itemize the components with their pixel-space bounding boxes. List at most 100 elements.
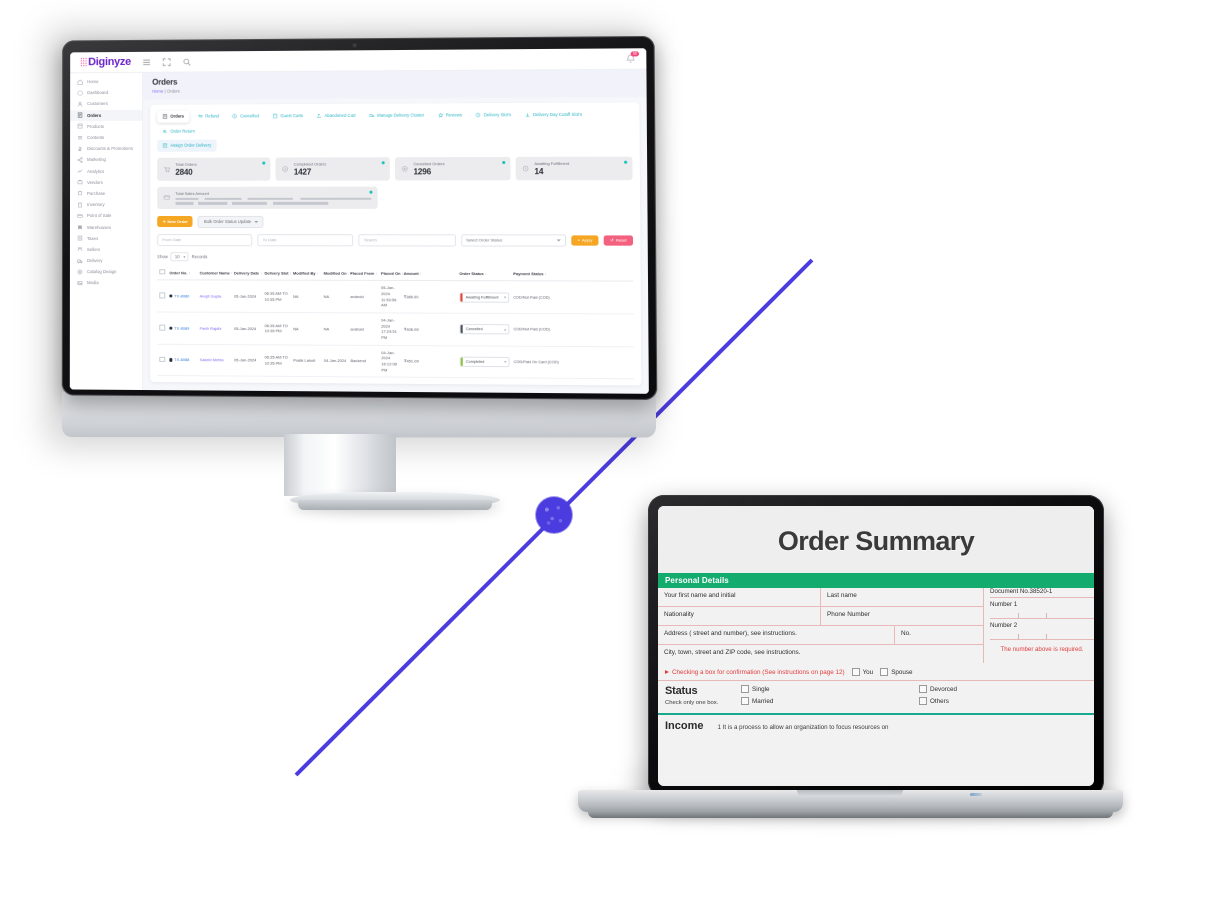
- new-order-button[interactable]: ＋ New Order: [157, 216, 193, 228]
- tab-manage-delivery-cluster[interactable]: Manage Delivery Cluster: [363, 109, 430, 122]
- phone-number-field[interactable]: Phone Number: [820, 607, 983, 625]
- sidebar-item-taxes[interactable]: Taxes: [70, 233, 142, 244]
- tab-delivery-day-cutoff-slots[interactable]: Delivery Day Cutoff Slot's: [519, 108, 588, 121]
- last-name-field[interactable]: Last name: [820, 588, 983, 606]
- cell-order-status[interactable]: Completed: [457, 345, 512, 379]
- sidebar-item-contents[interactable]: Contents: [70, 132, 142, 143]
- checkbox-spouse[interactable]: Spouse: [880, 668, 913, 676]
- breadcrumb-home[interactable]: Home: [152, 89, 163, 94]
- sidebar-item-inventory[interactable]: Inventory: [70, 199, 142, 210]
- order-status-select[interactable]: Select Order Status: [460, 234, 567, 247]
- menu-icon[interactable]: [142, 57, 151, 66]
- col-delivery-date[interactable]: Delivery Date: [231, 265, 263, 281]
- col-modified-on[interactable]: Modified On: [321, 265, 349, 281]
- sidebar-item-discounts[interactable]: Discounts & Promotions: [70, 143, 142, 154]
- sidebar-item-products[interactable]: Products: [70, 121, 142, 132]
- checkbox-married[interactable]: Married: [741, 697, 909, 705]
- row-checkbox-cell[interactable]: [157, 312, 168, 344]
- order-status-select[interactable]: Cancelled: [463, 325, 509, 333]
- tab-abandoned-cart[interactable]: Abandoned Cart: [311, 109, 361, 122]
- col-order-status[interactable]: Order Status: [457, 265, 512, 282]
- apply-button[interactable]: ⌕ Apply: [571, 235, 599, 246]
- bulk-order-status-select[interactable]: Bulk Order Status Update: [197, 215, 264, 228]
- sidebar-item-customers[interactable]: Customers: [70, 98, 142, 110]
- cluster-icon: [369, 113, 375, 119]
- col-payment-status[interactable]: Payment Status: [511, 265, 634, 282]
- checkbox-single[interactable]: Single: [741, 685, 909, 693]
- table-row[interactable]: TX-8080 Anujit Gupta 05-Jan-2024 06:35 A…: [157, 280, 634, 314]
- records-select[interactable]: 10: [170, 252, 189, 262]
- checkbox-icon[interactable]: [880, 668, 889, 676]
- select-all-header[interactable]: [157, 265, 168, 281]
- search-input[interactable]: Search: [358, 234, 456, 247]
- stat-label: Awaiting Fulfillment: [534, 160, 570, 166]
- search-icon[interactable]: [182, 57, 191, 66]
- col-customer-name[interactable]: Customer Name: [197, 265, 233, 281]
- sidebar-item-catalog-design[interactable]: Catalog Design: [70, 266, 142, 277]
- checkbox-icon[interactable]: [919, 697, 927, 705]
- tab-cancelled[interactable]: Cancelled: [226, 110, 265, 122]
- checkbox-icon[interactable]: [159, 324, 165, 331]
- app-logo[interactable]: Diginyze: [80, 56, 131, 68]
- to-date-input[interactable]: To Date: [257, 234, 354, 247]
- col-placed-from[interactable]: Placed From: [348, 265, 379, 281]
- tab-delivery-slots[interactable]: Delivery Slot's: [470, 109, 517, 121]
- row-checkbox-cell[interactable]: [157, 280, 168, 313]
- from-date-input[interactable]: From Date: [157, 233, 253, 247]
- checkbox-you[interactable]: You: [851, 668, 873, 676]
- sidebar-item-media[interactable]: Media: [70, 277, 142, 288]
- order-status-select[interactable]: Completed: [463, 358, 509, 366]
- tab-refund[interactable]: Refund: [192, 110, 224, 123]
- sidebar-item-analytics[interactable]: Analytics: [70, 165, 142, 176]
- checkbox-icon[interactable]: [159, 269, 165, 275]
- checkbox-icon[interactable]: [741, 685, 749, 693]
- sidebar-item-point-of-sale[interactable]: Point of Sale: [70, 210, 142, 221]
- sidebar-item-warehouses[interactable]: Warehouses: [70, 221, 142, 232]
- laptop-screen: Order Summary Personal Details Your firs…: [658, 506, 1094, 786]
- number-2-input[interactable]: [990, 631, 1094, 640]
- col-amount[interactable]: Amount: [401, 265, 458, 281]
- col-modified-by[interactable]: Modified By: [290, 265, 322, 281]
- order-status-select[interactable]: Awaiting Fulfillment: [462, 293, 508, 301]
- checkbox-icon[interactable]: [741, 697, 749, 705]
- fullscreen-icon[interactable]: [162, 57, 171, 66]
- sidebar-item-sellers[interactable]: Sellers: [70, 244, 142, 255]
- house-no-field[interactable]: No.: [894, 626, 983, 644]
- table-row[interactable]: TX-8088 Sakshi Mehta 05-Jan-2024 06:35 A…: [157, 343, 635, 380]
- sidebar-item-delivery[interactable]: Delivery: [70, 255, 142, 266]
- sidebar-item-orders[interactable]: Orders: [70, 109, 143, 121]
- stat-card-completed-orders: Completed Orders 1427: [275, 156, 390, 181]
- reset-button[interactable]: ↺ Reset: [603, 235, 634, 246]
- col-delivery-slot[interactable]: Delivery Slot: [262, 265, 291, 281]
- tab-reviews[interactable]: Reviews: [432, 109, 468, 122]
- table-row[interactable]: TX-8089 Parth Rajdhi 05-Jan-2024 06:35 A…: [157, 312, 634, 347]
- first-name-field[interactable]: Your first name and initial: [658, 588, 820, 606]
- checkbox-icon[interactable]: [159, 292, 165, 299]
- checkbox-icon[interactable]: [851, 668, 860, 676]
- tab-guest-carts[interactable]: Guest Carts: [267, 110, 309, 122]
- tab-order-return[interactable]: Order Return: [157, 125, 200, 137]
- orders-subtabs: Assign Order Delivery: [157, 138, 632, 152]
- tab-orders[interactable]: Orders: [157, 110, 190, 123]
- col-order-no[interactable]: Order No.: [167, 265, 198, 281]
- number-1-input[interactable]: [990, 610, 1094, 619]
- nationality-field[interactable]: Nationality: [658, 607, 820, 625]
- checkbox-others[interactable]: Others: [919, 697, 1087, 705]
- checkbox-icon[interactable]: [159, 356, 165, 363]
- sidebar-item-home[interactable]: Home: [70, 76, 142, 88]
- checkbox-devorced[interactable]: Devorced: [919, 685, 1087, 693]
- tab-assign-order-delivery[interactable]: Assign Order Delivery: [157, 139, 217, 152]
- sidebar-item-purchase[interactable]: Purchase: [70, 188, 142, 199]
- row-checkbox-cell[interactable]: [157, 343, 168, 376]
- city-field[interactable]: City, town, street and ZIP code, see ins…: [658, 645, 983, 663]
- col-placed-on[interactable]: Placed On: [378, 265, 402, 281]
- sidebar-item-vendors[interactable]: Vendors: [70, 177, 142, 188]
- sidebar-item-dashboard[interactable]: Dashboard: [70, 87, 142, 99]
- sidebar-item-marketing[interactable]: Marketing: [70, 154, 142, 165]
- cell-order-status[interactable]: Awaiting Fulfillment: [457, 280, 512, 314]
- address-field[interactable]: Address ( street and number), see instru…: [658, 626, 894, 644]
- stat-card-cancelled-orders: Cancelled Orders 1296: [394, 156, 511, 180]
- checkbox-icon[interactable]: [919, 685, 927, 693]
- cell-order-status[interactable]: Cancelled: [457, 313, 512, 346]
- cell-delivery-date: 05-Jan-2024: [232, 280, 263, 313]
